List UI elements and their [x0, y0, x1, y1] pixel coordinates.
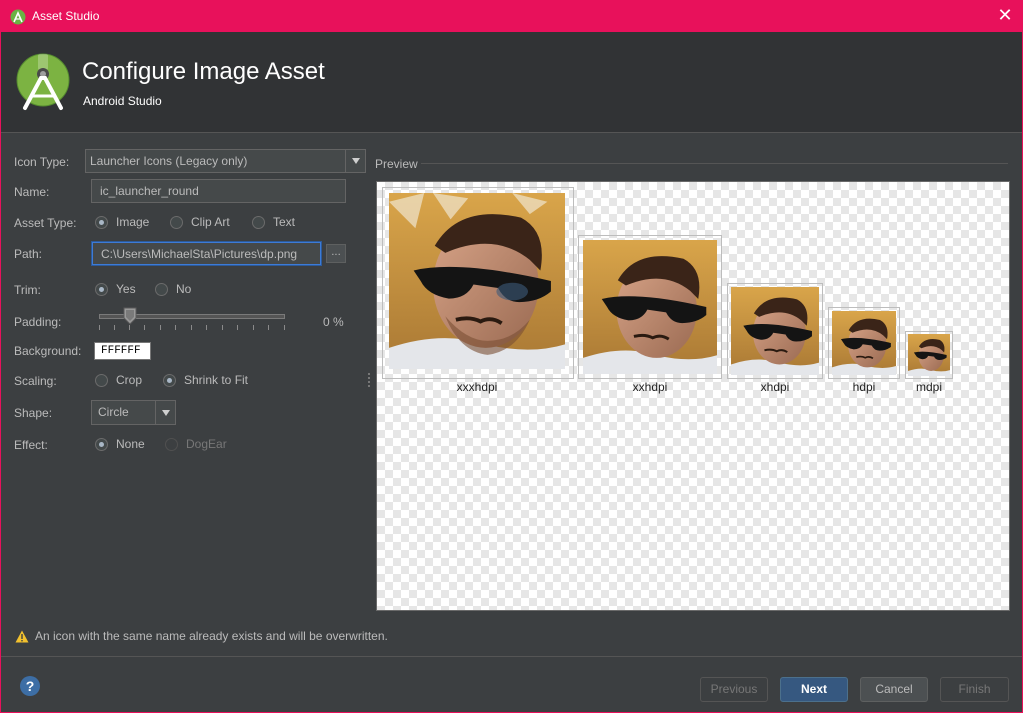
- warning-text: An icon with the same name already exist…: [35, 629, 388, 643]
- preview-divider: [421, 163, 1008, 164]
- effect-none-option[interactable]: None: [95, 437, 145, 451]
- preview-image-mdpi: [908, 334, 950, 376]
- scaling-crop-label: Crop: [116, 373, 143, 387]
- scaling-crop-option[interactable]: Crop: [95, 373, 142, 387]
- chevron-down-icon: [345, 150, 365, 172]
- asset-type-image-radio[interactable]: [95, 215, 108, 229]
- dialog-header: Configure Image Asset Android Studio: [1, 32, 1022, 132]
- trim-yes-radio[interactable]: [95, 282, 108, 296]
- preview-image-xxhdpi: [583, 240, 717, 374]
- title-bar: Asset Studio ✕: [1, 1, 1022, 32]
- window-title: Asset Studio: [32, 9, 100, 23]
- preview-label-xhdpi: xhdpi: [760, 380, 790, 394]
- footer-divider: [1, 656, 1022, 657]
- chevron-down-icon: [155, 401, 175, 424]
- android-studio-small-icon: [10, 9, 26, 25]
- trim-no-option[interactable]: No: [155, 282, 191, 296]
- preview-image-xhdpi: [731, 287, 819, 375]
- browse-button[interactable]: ...: [326, 244, 346, 263]
- padding-value: 0 %: [323, 315, 344, 329]
- trim-yes-label: Yes: [116, 282, 136, 296]
- page-title: Configure Image Asset: [82, 58, 325, 85]
- path-label: Path:: [14, 247, 43, 261]
- path-field[interactable]: C:\Users\MichaelSta\Pictures\dp.png: [92, 242, 321, 265]
- panel-splitter[interactable]: [368, 373, 371, 389]
- asset-type-text-label: Text: [273, 215, 296, 229]
- svg-text:?: ?: [26, 678, 35, 694]
- trim-no-radio[interactable]: [155, 282, 168, 296]
- help-icon[interactable]: ?: [19, 675, 41, 697]
- preview-label-hdpi: hdpi: [852, 380, 876, 394]
- asset-studio-window: Asset Studio ✕ Configure Image Asset And…: [0, 0, 1023, 713]
- finish-button[interactable]: Finish: [940, 677, 1009, 702]
- effect-label: Effect:: [14, 438, 48, 452]
- trim-label: Trim:: [14, 283, 41, 297]
- page-subtitle: Android Studio: [83, 94, 162, 108]
- padding-slider[interactable]: [99, 307, 285, 333]
- android-studio-icon: [16, 53, 70, 110]
- asset-type-text-radio[interactable]: [252, 215, 265, 229]
- trim-yes-option[interactable]: Yes: [95, 282, 136, 296]
- asset-type-label: Asset Type:: [14, 216, 77, 230]
- asset-type-clipart-label: Clip Art: [191, 215, 230, 229]
- effect-none-label: None: [116, 437, 145, 451]
- warning-icon: [15, 630, 29, 642]
- scaling-shrink-option[interactable]: Shrink to Fit: [163, 373, 248, 387]
- preview-canvas: xxxhdpi xxhdpi xhdpi hdpi mdpi: [376, 181, 1010, 611]
- name-label: Name:: [14, 185, 50, 199]
- header-divider: [1, 132, 1022, 133]
- trim-no-label: No: [176, 282, 192, 296]
- preview-label-xxxhdpi: xxxhdpi: [456, 380, 498, 394]
- padding-label: Padding:: [14, 315, 62, 329]
- next-button[interactable]: Next: [780, 677, 848, 702]
- name-field[interactable]: ic_launcher_round: [91, 179, 346, 203]
- asset-type-image-option[interactable]: Image: [95, 215, 149, 229]
- padding-slider-ticks: [99, 325, 285, 331]
- asset-type-image-label: Image: [116, 215, 150, 229]
- background-label: Background:: [14, 344, 82, 358]
- scaling-label: Scaling:: [14, 374, 57, 388]
- preview-title: Preview: [375, 157, 418, 171]
- scaling-crop-radio[interactable]: [95, 373, 108, 387]
- icon-type-value: Launcher Icons (Legacy only): [90, 154, 248, 168]
- effect-dogear-option: DogEar: [165, 437, 227, 451]
- preview-image-hdpi: [832, 311, 896, 375]
- shape-label: Shape:: [14, 406, 53, 420]
- preview-label-mdpi: mdpi: [915, 380, 942, 394]
- asset-type-clipart-option[interactable]: Clip Art: [170, 215, 230, 229]
- icon-type-dropdown[interactable]: Launcher Icons (Legacy only): [85, 149, 366, 173]
- cancel-button[interactable]: Cancel: [860, 677, 928, 702]
- effect-dogear-radio: [165, 437, 178, 451]
- preview-image-xxxhdpi: [389, 193, 565, 369]
- asset-type-clipart-radio[interactable]: [170, 215, 183, 229]
- shape-value: Circle: [98, 405, 129, 419]
- asset-type-text-option[interactable]: Text: [252, 215, 295, 229]
- close-icon[interactable]: ✕: [994, 5, 1016, 27]
- shape-dropdown[interactable]: Circle: [91, 400, 176, 425]
- effect-dogear-label: DogEar: [186, 437, 227, 451]
- scaling-shrink-radio[interactable]: [163, 373, 176, 387]
- scaling-shrink-label: Shrink to Fit: [184, 373, 249, 387]
- previous-button[interactable]: Previous: [700, 677, 768, 702]
- background-color-swatch[interactable]: FFFFFF: [94, 342, 151, 360]
- effect-none-radio[interactable]: [95, 437, 108, 451]
- overwrite-warning: An icon with the same name already exist…: [15, 629, 388, 643]
- icon-type-label: Icon Type:: [14, 155, 70, 169]
- preview-label-xxhdpi: xxhdpi: [632, 380, 668, 394]
- padding-slider-thumb[interactable]: [123, 307, 137, 325]
